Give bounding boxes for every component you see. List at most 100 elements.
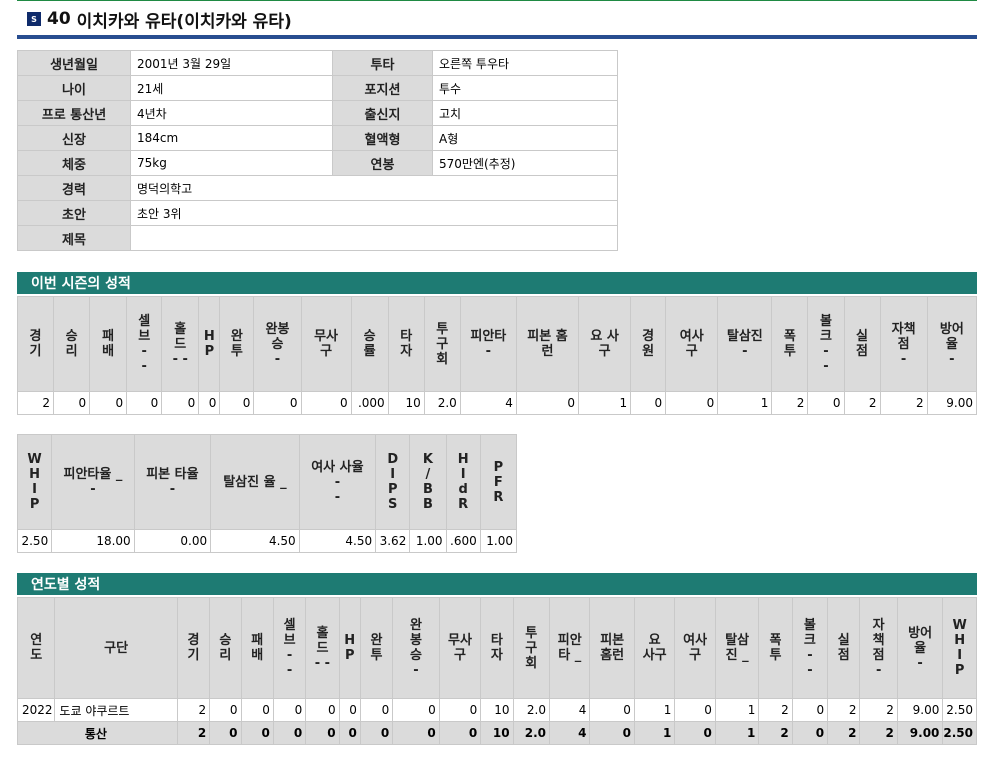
column-header: 탈삼진 율 _ [210,434,300,530]
table-row: 2.50 18.00 0.00 4.50 4.50 3.62 1.00.600 1.00 [16,529,518,553]
stat-value: 1.00 [479,529,518,553]
column-header: 승 률 [350,296,389,392]
column-header: 방어 율 - [896,597,944,699]
stat-value: 2 [758,698,793,722]
team-logo-icon: S [27,12,41,26]
column-header: H P [198,296,221,392]
profile-row: 체중 75kg 연봉 570만엔(추정) [17,150,618,176]
stat-value: 0 [438,721,482,745]
stat-value: 0 [589,698,635,722]
column-header: 실 점 [827,597,861,699]
column-header: 승 리 [209,597,242,699]
stat-value: 4 [548,698,591,722]
column-header: K / B B [409,434,447,530]
stat-value: 2 [859,721,898,745]
column-header: 탈삼 진 _ [714,597,760,699]
profile-label: 포지션 [332,75,433,101]
profile-value: 투수 [432,75,618,101]
yearly-stats-heading: 연도별 성적 [17,573,977,595]
stat-value: 1 [717,391,773,415]
stat-value: 2.0 [512,721,550,745]
stat-value: 2.50 [942,721,977,745]
stat-value: 0 [305,698,340,722]
stat-value: 1 [633,698,676,722]
column-header: 피안타 - [459,296,517,392]
stat-value: 1 [714,721,760,745]
stat-value: 0 [126,391,163,415]
profile-row: 생년월일 2001년 3월 29일 투타 오른쪽 투우타 [17,50,618,76]
column-header: 셀 브 - - [272,597,307,699]
stat-value: 9.00 [896,698,944,722]
stat-value: 18.00 [51,529,135,553]
column-header: 피안타율 _ - [51,434,135,530]
column-header: 자책 점 - [879,296,928,392]
stat-value: 0 [674,698,716,722]
column-header: 경 기 [176,597,211,699]
stat-value: 2 [859,698,898,722]
stats-header-row: W H I P 피안타율 _ - 피본 타율 - 탈삼진 율 _ 여사 사율 - -D … [16,434,518,530]
column-header: 요 사 구 [578,296,632,392]
profile-label: 체중 [17,150,131,176]
stat-value: 1 [633,721,676,745]
stat-value: 4 [548,721,591,745]
profile-label: 신장 [17,125,131,151]
season-rate-stats-table: W H I P 피안타율 _ - 피본 타율 - 탈삼진 율 _ 여사 사율 - -D … [16,434,518,553]
profile-label: 출신지 [332,100,433,126]
profile-label: 프로 통산년 [17,100,131,126]
stat-value: 0 [791,721,829,745]
stat-value: 0 [338,698,361,722]
stat-value: 9.00 [926,391,978,415]
stat-value: 2.50 [16,529,53,553]
column-header: 완 투 [359,597,394,699]
column-header: 피안 타 _ [548,597,591,699]
profile-value: 21세 [130,75,333,101]
stat-value: .000 [350,391,389,415]
profile-table: 생년월일 2001년 3월 29일 투타 오른쪽 투우타 나이 21세 포지션 투수 프로 통산… [17,50,618,251]
stat-value: 2 [176,698,211,722]
table-row: 2 0 0 0 0 0 0 0 0.000 10 2.0 4 0 1 0 0 1 2 0 2 2 9.00 [16,391,978,415]
stat-value: 2.0 [512,698,550,722]
stat-value: 0 [515,391,580,415]
profile-value: 초안 3위 [130,200,618,226]
column-header: 방어 율 - [926,296,978,392]
stat-value: 0 [161,391,200,415]
column-header: 여사 사율 - - [298,434,377,530]
profile-value [130,225,618,251]
stat-value: 0 [305,721,340,745]
profile-label: 초안 [17,200,131,226]
stat-value: 0 [807,391,845,415]
stat-value: 0 [665,391,719,415]
profile-value: A형 [432,125,618,151]
table-row: 2022 도쿄 야쿠르트 2 0 0 0 0 0 0 0 0 10 2.0 4 0 1 0 1 2 0 2 2 9.00 2.… [16,698,977,722]
player-title: S 40 이치카와 유타(이치카와 유타) [17,5,977,33]
stats-header-row: 경 기승 리패 배셀 브 - -홀 드 - -H P완 투 완봉 승 - 무사 구승… [16,296,978,392]
column-header: 피본 홈 런 [515,296,580,392]
stat-value: 0 [253,391,302,415]
profile-row: 신장 184cm 혈액형 A형 [17,125,618,151]
profile-label: 투타 [332,50,433,76]
profile-value: 570만엔(추정) [432,150,618,176]
column-header: 투 구 회 [423,296,461,392]
stat-value: .600 [445,529,481,553]
column-header: 패 배 [89,296,128,392]
stat-value: 0 [272,698,307,722]
profile-value: 75kg [130,150,333,176]
profile-label: 경력 [17,175,131,201]
column-header: 볼 크 - - [791,597,829,699]
column-header: 셀 브 - - [126,296,163,392]
profile-label: 생년월일 [17,50,131,76]
stat-value: 0 [338,721,361,745]
stat-value: 2 [879,391,928,415]
stat-value: 2 [827,698,861,722]
stat-value: 0 [791,698,829,722]
column-header: 승 리 [53,296,91,392]
column-header: 탈삼진 - [717,296,773,392]
column-header: 홀 드 - - [305,597,340,699]
profile-row: 초안 초안 3위 [17,200,618,226]
stat-value: 0 [219,391,255,415]
column-header: 완 투 [219,296,255,392]
stat-value: 10 [480,721,514,745]
column-header: 경 원 [630,296,667,392]
stat-value: 2.0 [423,391,461,415]
profile-row: 경력 명덕의학고 [17,175,618,201]
